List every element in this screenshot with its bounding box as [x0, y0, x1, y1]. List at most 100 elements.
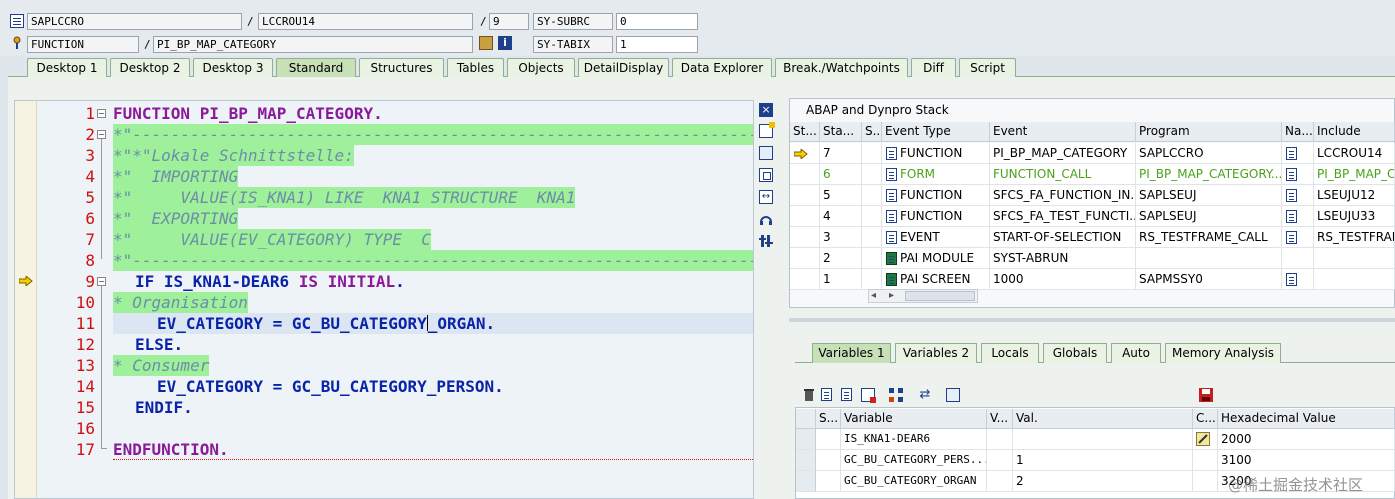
tab-structures[interactable]: Structures	[359, 58, 444, 77]
var-col-variable[interactable]: Variable	[841, 409, 987, 429]
navigate-to-source-icon[interactable]	[1286, 168, 1297, 181]
stack-status-cell[interactable]	[790, 164, 820, 185]
stack-event-type-cell[interactable]: EVENT	[882, 227, 990, 248]
var-name-cell[interactable]: GC_BU_CATEGORY_PERS...	[841, 450, 987, 471]
stack-include-cell[interactable]	[1314, 269, 1395, 290]
stack-program-cell[interactable]: SAPMSSY0	[1136, 269, 1282, 290]
stack-level-cell[interactable]: 7	[820, 143, 862, 164]
navigate-to-source-icon[interactable]	[1286, 210, 1297, 223]
navigate-icon[interactable]: ⇄	[918, 388, 932, 402]
tab-tables[interactable]: Tables	[447, 58, 504, 77]
pane-splitter[interactable]	[789, 318, 1395, 322]
tab-objects[interactable]: Objects	[507, 58, 575, 77]
var-value-cell[interactable]	[1013, 429, 1193, 450]
settings-tool-icon[interactable]	[759, 234, 773, 248]
delete-row-icon[interactable]	[861, 388, 876, 403]
stack-s-cell[interactable]	[862, 185, 882, 206]
tab-data-explorer[interactable]: Data Explorer	[672, 58, 772, 77]
var-col-value[interactable]: Val.	[1013, 409, 1193, 429]
hierarchy-icon[interactable]	[889, 388, 903, 402]
stack-program-cell[interactable]: SAPLSEUJ	[1136, 206, 1282, 227]
stack-level-cell[interactable]: 6	[820, 164, 862, 185]
select-icon[interactable]	[946, 388, 960, 402]
stack-event-type-cell[interactable]: FUNCTION	[882, 143, 990, 164]
stack-col-include[interactable]: Include	[1314, 122, 1395, 142]
stack-status-cell[interactable]	[790, 206, 820, 227]
stack-scrollbar[interactable]: ◂ ▸	[868, 289, 978, 303]
fold-toggle-icon[interactable]: −	[97, 109, 106, 118]
var-name-cell[interactable]: GC_BU_CATEGORY_ORGAN	[841, 471, 987, 492]
var-value-cell[interactable]: 1	[1013, 450, 1193, 471]
stack-status-cell[interactable]	[790, 185, 820, 206]
tab-script[interactable]: Script	[959, 58, 1016, 77]
tab-diff[interactable]: Diff	[911, 58, 956, 77]
stack-status-cell[interactable]	[790, 248, 820, 269]
stack-event-cell[interactable]: PI_BP_MAP_CATEGORY	[990, 143, 1136, 164]
event-field[interactable]: PI_BP_MAP_CATEGORY	[153, 36, 473, 53]
scroll-right-icon[interactable]: ▸	[889, 290, 894, 302]
stack-col-level[interactable]: Sta...	[820, 122, 862, 142]
tab-desktop-3[interactable]: Desktop 3	[193, 58, 273, 77]
tab-globals[interactable]: Globals	[1043, 343, 1107, 363]
sy-tabix-value[interactable]: 1	[616, 36, 698, 53]
stack-include-cell[interactable]: LSEUJU33	[1314, 206, 1395, 227]
stack-event-type-cell[interactable]: FUNCTION	[882, 206, 990, 227]
sy-subrc-value[interactable]: 0	[616, 13, 698, 30]
tab-auto[interactable]: Auto	[1111, 343, 1161, 363]
include-field[interactable]: LCCROU14	[258, 13, 473, 30]
info-icon[interactable]: i	[498, 36, 512, 50]
maximize-icon[interactable]	[759, 168, 773, 182]
stack-s-cell[interactable]	[862, 143, 882, 164]
var-col-s[interactable]: S...	[816, 409, 841, 429]
fold-toggle-icon[interactable]: −	[97, 130, 106, 139]
tab-variables-1[interactable]: Variables 1	[812, 343, 891, 363]
stack-status-cell[interactable]	[790, 227, 820, 248]
program-field[interactable]: SAPLCCRO	[27, 13, 242, 30]
tab-desktop-1[interactable]: Desktop 1	[27, 58, 107, 77]
event-type-field[interactable]: FUNCTION	[27, 36, 139, 53]
scroll-thumb[interactable]	[905, 291, 975, 301]
source-editor[interactable]: 1 2 3 4 5 6 7 8 9 10 11 12 13 14 15 16 1…	[14, 100, 754, 499]
stack-level-cell[interactable]: 5	[820, 185, 862, 206]
stack-include-cell[interactable]: PI_BP_MAP_CA	[1314, 164, 1395, 185]
stack-program-cell[interactable]: RS_TESTFRAME_CALL	[1136, 227, 1282, 248]
stack-program-cell[interactable]: SAPLCCRO	[1136, 143, 1282, 164]
breakpoint-gutter[interactable]	[15, 101, 37, 498]
new-tool-icon[interactable]	[759, 122, 775, 138]
var-col-v[interactable]: V...	[987, 409, 1013, 429]
stack-level-cell[interactable]: 2	[820, 248, 862, 269]
row-selector[interactable]	[796, 471, 816, 492]
stack-col-program[interactable]: Program	[1136, 122, 1282, 142]
close-icon[interactable]: ×	[759, 103, 773, 117]
stack-col-status[interactable]: St...	[790, 122, 820, 142]
row-selector[interactable]	[796, 429, 816, 450]
row-selector[interactable]	[796, 450, 816, 471]
stack-event-cell[interactable]: 1000	[990, 269, 1136, 290]
append-row-icon[interactable]	[841, 388, 852, 401]
swap-icon[interactable]: ↔	[759, 190, 773, 204]
navigate-to-source-icon[interactable]	[1286, 231, 1297, 244]
stack-s-cell[interactable]	[862, 248, 882, 269]
stack-s-cell[interactable]	[862, 206, 882, 227]
stack-program-cell[interactable]	[1136, 248, 1282, 269]
stack-include-cell[interactable]: RS_TESTFRAM	[1314, 227, 1395, 248]
stack-nav-cell[interactable]	[1282, 248, 1314, 269]
tab-standard[interactable]: Standard	[276, 58, 356, 77]
stack-col-nav[interactable]: Na...	[1282, 122, 1314, 142]
tab-desktop-2[interactable]: Desktop 2	[110, 58, 190, 77]
stack-event-cell[interactable]: FUNCTION_CALL	[990, 164, 1136, 185]
stack-event-cell[interactable]: SFCS_FA_FUNCTION_IN...	[990, 185, 1136, 206]
scroll-left-icon[interactable]: ◂	[871, 290, 876, 302]
fold-toggle-icon[interactable]: −	[97, 277, 106, 286]
display-source-icon[interactable]	[479, 36, 493, 50]
stack-event-cell[interactable]: SYST-ABRUN	[990, 248, 1136, 269]
stack-col-event-type[interactable]: Event Type	[882, 122, 990, 142]
stack-event-type-cell[interactable]: PAI MODULE	[882, 248, 990, 269]
stack-event-cell[interactable]: START-OF-SELECTION	[990, 227, 1136, 248]
stack-level-cell[interactable]: 4	[820, 206, 862, 227]
stack-s-cell[interactable]	[862, 227, 882, 248]
navigate-to-source-icon[interactable]	[1286, 189, 1297, 202]
edit-pencil-icon[interactable]	[1196, 432, 1210, 446]
services-icon[interactable]	[759, 212, 773, 226]
tab-breakpoints[interactable]: Break./Watchpoints	[775, 58, 908, 77]
